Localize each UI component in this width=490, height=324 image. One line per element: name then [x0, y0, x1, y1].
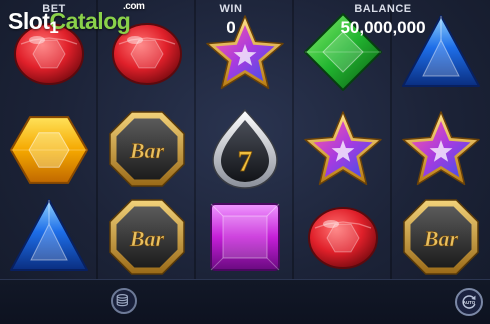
seven-symbol-text: 7 — [238, 145, 253, 178]
balance-display: BALANCE 50,000,000 — [318, 3, 448, 38]
topaz-symbol — [7, 106, 91, 190]
bottom-bar — [0, 279, 490, 324]
autoplay-label: AUTO — [463, 300, 476, 305]
win-value: 0 — [226, 18, 236, 37]
reel-2: Bar Bar — [98, 0, 194, 279]
reel-1 — [0, 0, 96, 279]
bet-display[interactable]: BET 1 — [28, 3, 80, 38]
bet-label: BET — [42, 3, 66, 15]
bar-symbol-text: Bar — [129, 138, 165, 163]
win-label: WIN — [219, 3, 243, 15]
star-symbol — [399, 106, 483, 190]
sapphire-symbol — [7, 194, 91, 278]
autoplay-button[interactable]: AUTO — [455, 288, 483, 316]
balance-label: BALANCE — [354, 3, 412, 15]
star-symbol — [301, 106, 385, 190]
reel-3: 7 — [196, 0, 292, 279]
bar-symbol: Bar — [105, 194, 189, 278]
bar-symbol-text: Bar — [423, 226, 459, 251]
ruby-symbol — [301, 194, 385, 278]
balance-value: 50,000,000 — [340, 18, 426, 37]
seven-symbol: 7 — [203, 106, 287, 190]
bet-value: 1 — [49, 18, 59, 37]
reel-4 — [294, 0, 390, 279]
bet-coins-button[interactable] — [111, 288, 137, 314]
bar-symbol: Bar — [105, 106, 189, 190]
bar-symbol: Bar — [399, 194, 483, 278]
slot-game: Bar Bar 7 Bar SlotCatalog .com BET 1 WIN… — [0, 0, 490, 324]
bar-symbol-text: Bar — [129, 226, 165, 251]
amethyst-symbol — [203, 194, 287, 278]
coin-stack-icon — [116, 294, 128, 307]
win-display: WIN 0 — [205, 3, 257, 38]
logo-tld: .com — [123, 1, 145, 12]
autoplay-icon: AUTO — [462, 295, 476, 309]
reel-5: Bar — [392, 0, 488, 279]
